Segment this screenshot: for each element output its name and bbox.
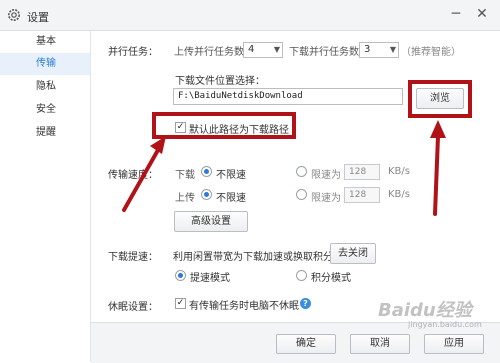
apply-button[interactable]: 应用 xyxy=(424,334,484,354)
arrow-to-default-path xyxy=(122,136,166,212)
baidu-watermark-url: jingyan.baidu.com xyxy=(408,320,482,329)
baidu-watermark: Baidu经验 xyxy=(378,300,472,321)
cancel-button[interactable]: 取消 xyxy=(350,334,410,354)
arrow-to-browse xyxy=(430,120,446,216)
ok-button[interactable]: 确定 xyxy=(276,334,336,354)
